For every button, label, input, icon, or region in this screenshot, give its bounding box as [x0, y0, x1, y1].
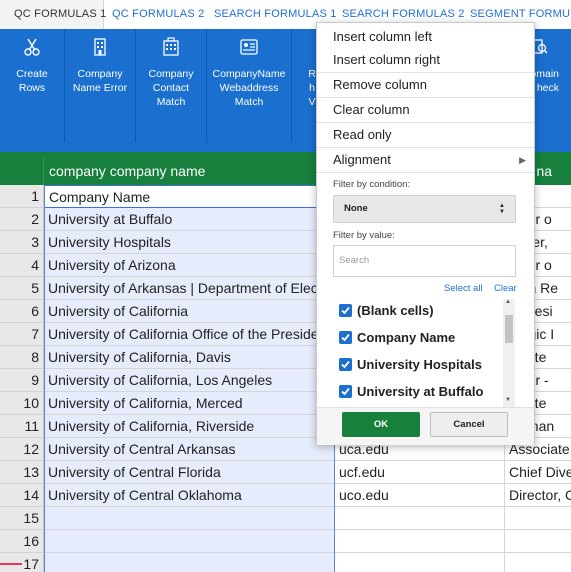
- select-all-link[interactable]: Select all: [444, 283, 483, 294]
- cell-company-name[interactable]: [44, 507, 335, 530]
- row-number[interactable]: 5: [0, 277, 44, 300]
- cell-domain[interactable]: ucf.edu: [335, 461, 505, 484]
- checkbox-checked-icon[interactable]: [339, 358, 352, 371]
- ok-button[interactable]: OK: [342, 412, 420, 437]
- list-item-label: University at Buffalo: [357, 384, 484, 399]
- row-number[interactable]: 9: [0, 369, 44, 392]
- cell-company-name[interactable]: University at Buffalo: [44, 208, 335, 231]
- row-number[interactable]: 4: [0, 254, 44, 277]
- cell-domain[interactable]: [335, 530, 505, 553]
- filter-search-input[interactable]: Search: [333, 245, 516, 277]
- row-number[interactable]: 14: [0, 484, 44, 507]
- table-row: 15: [0, 507, 571, 530]
- cell-company-name[interactable]: University of California, Riverside: [44, 415, 335, 438]
- cell-domain[interactable]: [335, 507, 505, 530]
- row-number[interactable]: 12: [0, 438, 44, 461]
- id-card-icon: [240, 39, 258, 55]
- companyname-webaddress-match-button[interactable]: CompanyName Webaddress Match: [207, 29, 292, 142]
- tab-qc-formulas-2[interactable]: QC FORMULAS 2: [112, 0, 204, 29]
- cell-company-name[interactable]: [44, 530, 335, 553]
- filter-by-value-label: Filter by value:: [333, 230, 395, 241]
- row-number[interactable]: 13: [0, 461, 44, 484]
- cell-company-name[interactable]: University of Central Oklahoma: [44, 484, 335, 507]
- cell-domain[interactable]: uco.edu: [335, 484, 505, 507]
- cell-domain[interactable]: [335, 553, 505, 572]
- row-number[interactable]: 7: [0, 323, 44, 346]
- cell-company-name[interactable]: Company Name: [44, 185, 335, 208]
- menu-insert-column-left[interactable]: Insert column left: [317, 25, 534, 49]
- cell-company-name[interactable]: University of Arkansas | Department of E…: [44, 277, 335, 300]
- menu-remove-column[interactable]: Remove column: [317, 73, 534, 97]
- row-number[interactable]: 2: [0, 208, 44, 231]
- cell-company-name[interactable]: University of California, Davis: [44, 346, 335, 369]
- cell-contact-name[interactable]: Director, C: [505, 484, 571, 507]
- menu-read-only[interactable]: Read only: [317, 123, 534, 147]
- table-row: 17: [0, 553, 571, 572]
- chevron-right-icon: ▶: [519, 155, 526, 165]
- menu-clear-column[interactable]: Clear column: [317, 98, 534, 122]
- building-icon: [94, 38, 106, 56]
- checkbox-checked-icon[interactable]: [339, 385, 352, 398]
- company-contact-match-label: Company Contact Match: [148, 68, 194, 108]
- filter-values-list: (Blank cells) Company Name University Ho…: [333, 297, 518, 409]
- cell-contact-name[interactable]: [505, 507, 571, 530]
- clear-link[interactable]: Clear: [494, 283, 517, 294]
- create-rows-button[interactable]: Create Rows: [0, 29, 65, 142]
- row-number[interactable]: 16: [0, 530, 44, 553]
- menu-alignment[interactable]: Alignment ▶: [317, 148, 534, 172]
- companyname-webaddress-match-label: CompanyName Webaddress Match: [212, 68, 286, 108]
- table-row: 14 University of Central Oklahoma uco.edu D…: [0, 484, 571, 507]
- company-contact-match-button[interactable]: Company Contact Match: [136, 29, 207, 142]
- list-item-label: (Blank cells): [357, 303, 434, 318]
- checkbox-checked-icon[interactable]: [339, 304, 352, 317]
- cell-company-name[interactable]: University of Arizona: [44, 254, 335, 277]
- menu-insert-column-right[interactable]: Insert column right: [317, 48, 534, 72]
- table-row: 16: [0, 530, 571, 553]
- scroll-up-icon[interactable]: ▲: [505, 299, 511, 305]
- office-building-icon: [163, 37, 179, 56]
- cell-company-name[interactable]: University Hospitals: [44, 231, 335, 254]
- cell-company-name[interactable]: University of Central Arkansas: [44, 438, 335, 461]
- column-header-company-name[interactable]: company company name: [44, 158, 335, 185]
- scroll-down-icon[interactable]: ▼: [505, 397, 511, 403]
- list-item-label: University Hospitals: [357, 357, 482, 372]
- cell-company-name[interactable]: University of California, Merced: [44, 392, 335, 415]
- cell-company-name[interactable]: [44, 553, 335, 572]
- column-context-menu: Insert column left Insert column right R…: [316, 22, 535, 445]
- table-row: 13 University of Central Florida ucf.edu Ch…: [0, 461, 571, 484]
- menu-alignment-label: Alignment: [333, 152, 391, 167]
- cell-contact-name[interactable]: [505, 530, 571, 553]
- list-item-label: Company Name: [357, 330, 456, 345]
- cell-company-name[interactable]: University of Central Florida: [44, 461, 335, 484]
- company-name-error-button[interactable]: Company Name Error: [65, 29, 136, 142]
- cell-contact-name[interactable]: Chief Dive: [505, 461, 571, 484]
- cell-company-name[interactable]: University of California, Los Angeles: [44, 369, 335, 392]
- cancel-button[interactable]: Cancel: [430, 412, 508, 437]
- tab-qc-formulas-1[interactable]: QC FORMULAS 1: [0, 0, 106, 29]
- row-number[interactable]: 8: [0, 346, 44, 369]
- bottom-indicator: [0, 563, 22, 565]
- checkbox-checked-icon[interactable]: [339, 331, 352, 344]
- condition-select[interactable]: None ▲ ▼: [333, 195, 516, 223]
- row-number[interactable]: 15: [0, 507, 44, 530]
- row-number[interactable]: 6: [0, 300, 44, 323]
- create-rows-label: Create Rows: [16, 68, 48, 94]
- list-scrollbar-thumb[interactable]: [505, 315, 513, 343]
- cell-contact-name[interactable]: [505, 553, 571, 572]
- company-name-error-label: Company Name Error: [72, 68, 128, 94]
- cell-company-name[interactable]: University of California Office of the P…: [44, 323, 335, 346]
- filter-by-condition-label: Filter by condition:: [333, 179, 411, 190]
- row-number[interactable]: 3: [0, 231, 44, 254]
- row-number[interactable]: 10: [0, 392, 44, 415]
- row-number[interactable]: 1: [0, 185, 44, 208]
- corner-header: [0, 158, 44, 185]
- row-number[interactable]: 11: [0, 415, 44, 438]
- cell-company-name[interactable]: University of California: [44, 300, 335, 323]
- updown-arrows-icon: ▲ ▼: [499, 203, 505, 215]
- scissors-icon: [24, 38, 40, 56]
- condition-select-value: None: [344, 203, 368, 214]
- menu-separator: [317, 172, 534, 173]
